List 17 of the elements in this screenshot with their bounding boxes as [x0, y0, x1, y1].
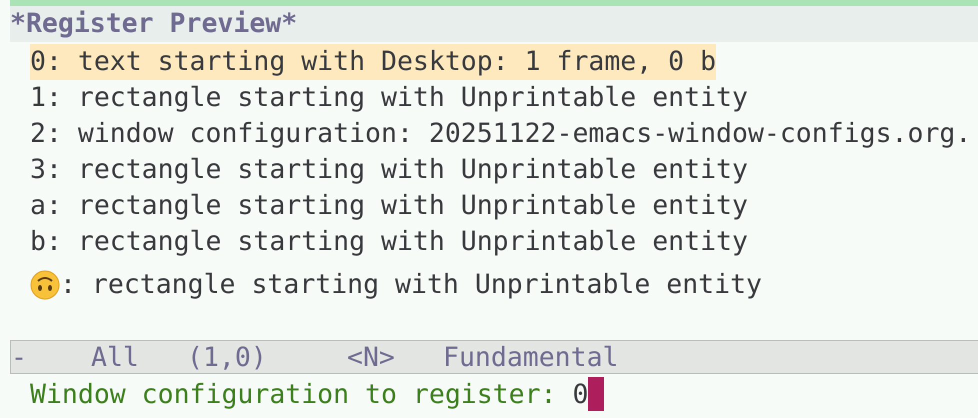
mode-line-item: <N>: [347, 342, 396, 372]
mode-line-item: -: [11, 342, 28, 372]
register-entry[interactable]: : rectangle starting with Unprintable entity: [30, 262, 762, 308]
buffer-title: *Register Preview*: [10, 6, 978, 42]
upside-down-smiley-icon: [30, 270, 60, 300]
text-cursor: [588, 377, 604, 411]
register-entry[interactable]: 3: rectangle starting with Unprintable entity: [30, 152, 748, 188]
minibuffer-input[interactable]: 0: [572, 378, 588, 410]
mode-line-item: Fundamental: [443, 342, 620, 372]
register-entry[interactable]: 0: text starting with Desktop: 1 frame, 0 b: [30, 44, 716, 80]
register-entry[interactable]: b: rectangle starting with Unprintable entity: [30, 224, 748, 260]
register-entry[interactable]: 1: rectangle starting with Unprintable entity: [30, 80, 748, 116]
minibuffer-prompt: Window configuration to register:: [30, 378, 556, 410]
mode-line-item: (1,0): [187, 342, 268, 372]
mode-line-item: All: [91, 342, 140, 372]
register-entry[interactable]: 2: window configuration: 20251122-emacs-window-configs.org.: [30, 116, 972, 152]
register-entry[interactable]: a: rectangle starting with Unprintable entity: [30, 188, 748, 224]
